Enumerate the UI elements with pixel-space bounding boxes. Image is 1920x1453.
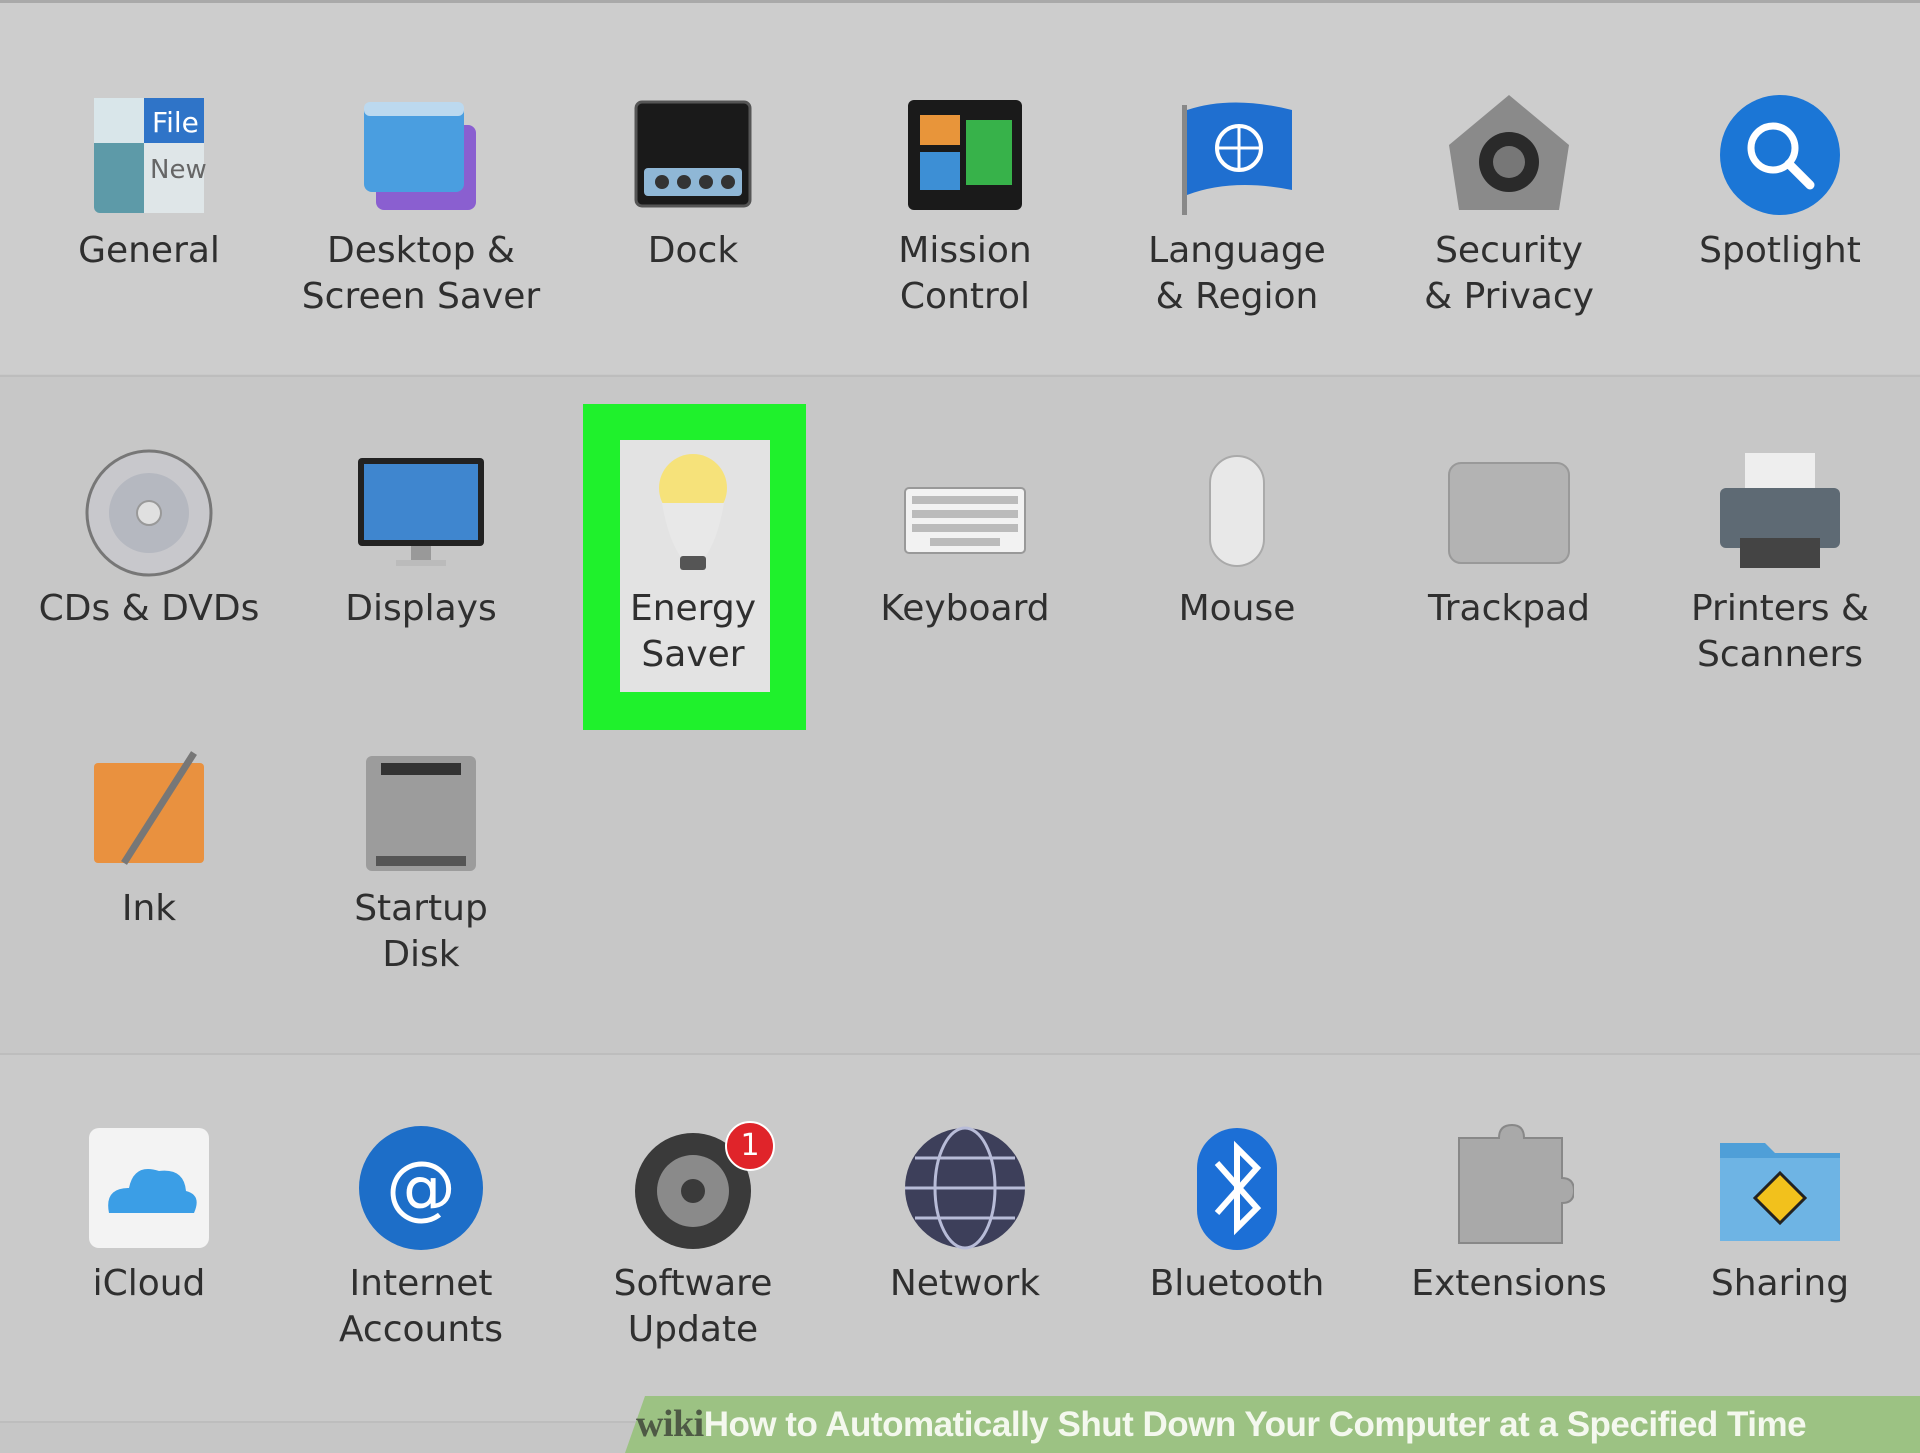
pref-pane-label: Desktop & Screen Saver [301, 230, 541, 317]
svg-text:File: File [152, 106, 199, 139]
pref-pane-cds-dvds[interactable]: CDs & DVDs [19, 448, 279, 632]
disc-icon [85, 449, 213, 577]
pref-pane-label: Spotlight [1699, 230, 1861, 271]
flag-icon [1182, 102, 1292, 215]
pref-pane-label: Sharing [1710, 1263, 1850, 1304]
pref-pane-network[interactable]: Network [835, 1123, 1095, 1307]
house-lock-icon [1449, 95, 1569, 210]
printer-icon [1720, 453, 1840, 568]
pref-pane-label: iCloud [92, 1263, 206, 1304]
puzzle-icon [1458, 1123, 1574, 1244]
svg-text:@: @ [386, 1146, 456, 1228]
pref-pane-language-region[interactable]: Language & Region [1107, 90, 1367, 320]
pref-pane-startup-disk[interactable]: Startup Disk [291, 748, 551, 978]
pref-pane-software-update[interactable]: 1 Software Update [563, 1121, 823, 1353]
pref-pane-label: Language & Region [1148, 230, 1326, 317]
pref-pane-label: CDs & DVDs [38, 588, 260, 629]
keyboard-icon [904, 487, 1026, 554]
desktop-icon [364, 102, 476, 210]
pref-pane-ink[interactable]: Ink [19, 748, 279, 932]
pref-pane-label: Mission Control [898, 230, 1032, 317]
pref-pane-general[interactable]: File New General [19, 90, 279, 274]
monitor-icon [358, 458, 484, 566]
sharing-folder-icon [1720, 1143, 1840, 1241]
watermark-brand: wiki [636, 1403, 704, 1445]
general-icon: File New [94, 98, 207, 213]
pref-pane-mouse[interactable]: Mouse [1107, 448, 1367, 632]
pref-pane-label: Printers & Scanners [1690, 588, 1870, 675]
ink-pen-icon [94, 751, 204, 865]
pref-pane-label: General [78, 230, 220, 271]
pref-pane-label: Displays [345, 588, 497, 629]
pref-pane-spotlight[interactable]: Spotlight [1650, 90, 1910, 274]
pref-pane-dock[interactable]: Dock [563, 90, 823, 274]
cloud-icon [89, 1128, 209, 1248]
magnifier-icon [1720, 95, 1840, 215]
pref-pane-label: Dock [647, 230, 739, 271]
pref-pane-sharing[interactable]: Sharing [1650, 1123, 1910, 1307]
pref-pane-label: Keyboard [880, 588, 1050, 629]
pref-pane-internet-accounts[interactable]: @ Internet Accounts [291, 1123, 551, 1353]
pref-pane-label: Trackpad [1428, 588, 1590, 629]
pref-pane-mission-control[interactable]: Mission Control [835, 90, 1095, 320]
watermark-text: wikiHow to Automatically Shut Down Your … [636, 1402, 1807, 1446]
pref-pane-security-privacy[interactable]: Security & Privacy [1379, 90, 1639, 320]
pref-pane-desktop-screen-saver[interactable]: Desktop & Screen Saver [291, 90, 551, 320]
svg-text:New: New [150, 155, 207, 185]
pref-pane-label: Security & Privacy [1424, 230, 1594, 317]
pref-pane-extensions[interactable]: Extensions [1379, 1123, 1639, 1307]
pref-pane-trackpad[interactable]: Trackpad [1379, 448, 1639, 632]
pref-pane-label: Extensions [1411, 1263, 1607, 1304]
pref-pane-energy-saver[interactable]: Energy Saver [563, 448, 823, 678]
update-count-badge: 1 [725, 1121, 775, 1171]
at-sign-icon: @ [359, 1126, 483, 1250]
pref-pane-label: Startup Disk [354, 888, 488, 975]
pref-pane-icloud[interactable]: iCloud [19, 1123, 279, 1307]
pref-pane-label: Network [889, 1263, 1041, 1304]
pref-pane-label: Energy Saver [629, 588, 757, 675]
pref-pane-displays[interactable]: Displays [291, 448, 551, 632]
pref-pane-label: Mouse [1178, 588, 1296, 629]
globe-icon [905, 1126, 1025, 1250]
pref-pane-keyboard[interactable]: Keyboard [835, 448, 1095, 632]
dock-icon [634, 100, 752, 208]
pref-pane-label: Internet Accounts [338, 1263, 504, 1350]
hard-disk-icon [366, 756, 476, 871]
pref-pane-label: Bluetooth [1149, 1263, 1325, 1304]
pref-pane-label: Ink [121, 888, 177, 929]
mouse-icon [1209, 455, 1265, 567]
pref-pane-printers-scanners[interactable]: Printers & Scanners [1650, 448, 1910, 678]
bluetooth-icon [1197, 1128, 1277, 1250]
mission-control-icon [908, 100, 1022, 210]
lightbulb-icon [659, 454, 727, 570]
watermark-title: How to Automatically Shut Down Your Comp… [703, 1405, 1807, 1444]
trackpad-icon [1448, 462, 1570, 564]
pref-pane-label: Software Update [613, 1263, 773, 1350]
pref-pane-bluetooth[interactable]: Bluetooth [1107, 1123, 1367, 1307]
